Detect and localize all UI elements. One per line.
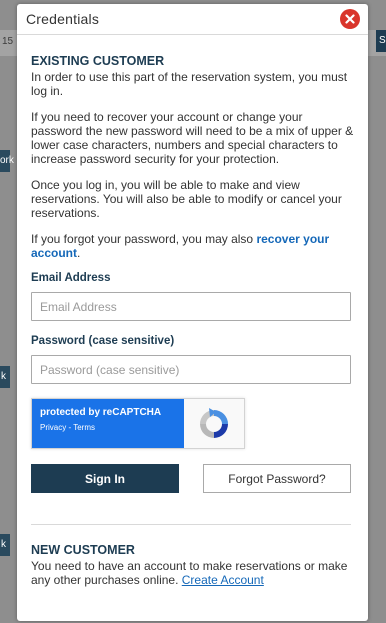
recaptcha-links: Privacy - Terms <box>40 423 184 432</box>
password-field[interactable] <box>31 355 351 384</box>
background-text: k <box>1 371 6 382</box>
after-login-text: Once you log in, you will be able to mak… <box>31 178 342 220</box>
sign-in-button[interactable]: Sign In <box>31 464 179 493</box>
login-intro-text: In order to use this part of the reserva… <box>31 70 348 98</box>
recaptcha-panel: protected by reCAPTCHA Privacy - Terms <box>32 399 184 448</box>
background-text: 15 <box>2 36 14 47</box>
recaptcha-logo-area <box>184 399 244 448</box>
dialog-body: EXISTING CUSTOMER In order to use this p… <box>17 35 368 587</box>
background-text: k <box>1 539 6 550</box>
recaptcha-logo-icon <box>200 407 228 438</box>
credentials-dialog: Credentials EXISTING CUSTOMER In order t… <box>17 4 368 621</box>
email-field[interactable] <box>31 292 351 321</box>
password-rules-text: If you need to recover your account or c… <box>31 110 354 166</box>
email-label: Email Address <box>31 272 111 284</box>
recaptcha-terms-link[interactable]: Terms <box>73 423 95 432</box>
action-buttons: Sign In Forgot Password? <box>31 464 351 493</box>
section-divider <box>31 524 351 525</box>
dialog-title: Credentials <box>26 11 100 27</box>
recaptcha-privacy-link[interactable]: Privacy <box>40 423 66 432</box>
new-customer-text: You need to have an account to make rese… <box>31 559 354 587</box>
recaptcha-title: protected by reCAPTCHA <box>40 407 162 418</box>
background-text: S <box>379 35 386 46</box>
close-button[interactable] <box>340 9 360 29</box>
existing-customer-heading: EXISTING CUSTOMER <box>31 54 165 68</box>
password-label: Password (case sensitive) <box>31 335 175 347</box>
recover-suffix: . <box>77 246 81 260</box>
close-icon <box>345 14 355 24</box>
new-customer-heading: NEW CUSTOMER <box>31 543 135 557</box>
create-account-link[interactable]: Create Account <box>182 573 264 587</box>
recover-prefix: If you forgot your password, you may als… <box>31 232 257 246</box>
recaptcha-widget[interactable]: protected by reCAPTCHA Privacy - Terms <box>31 398 245 449</box>
background-text: ork <box>0 155 14 166</box>
forgot-password-button[interactable]: Forgot Password? <box>203 464 351 493</box>
recover-account-text: If you forgot your password, you may als… <box>31 232 354 260</box>
dialog-header: Credentials <box>17 4 368 35</box>
